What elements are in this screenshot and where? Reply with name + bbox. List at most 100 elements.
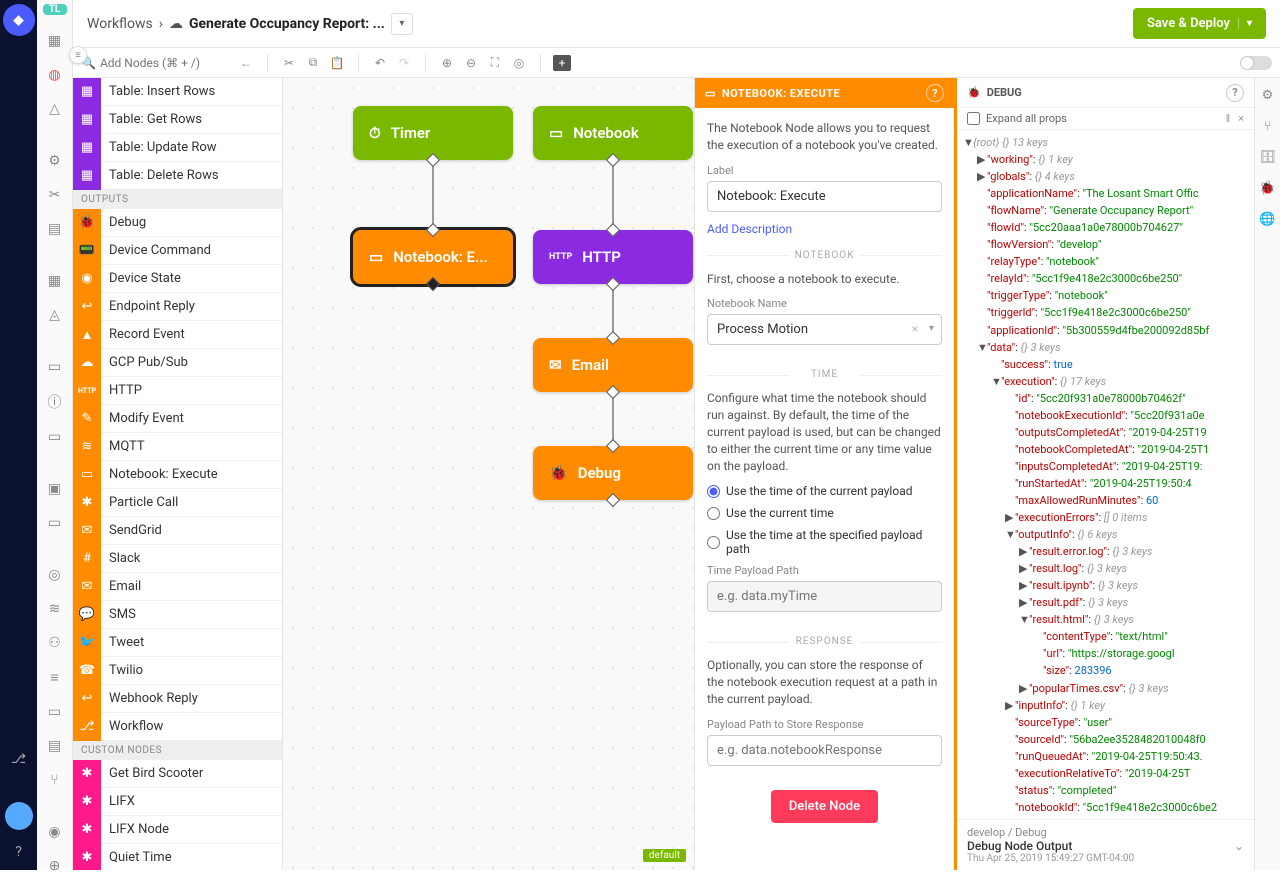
nav-icon[interactable]: ▣ xyxy=(46,481,64,497)
nav-icon[interactable]: ▦ xyxy=(46,33,64,49)
nav-icon[interactable]: ◉ xyxy=(46,824,64,840)
reset-zoom-icon[interactable]: ◎ xyxy=(510,56,528,70)
add-icon[interactable]: + xyxy=(553,55,571,71)
globe-icon[interactable]: 🌐 xyxy=(1259,212,1275,227)
palette-node[interactable]: ✱LIFX xyxy=(73,788,282,816)
chevron-down-icon[interactable]: ▾ xyxy=(929,323,934,334)
save-deploy-button[interactable]: Save & Deploy▾ xyxy=(1133,8,1266,39)
time-option-payload[interactable]: Use the time of the current payload xyxy=(707,484,942,498)
node-timer[interactable]: ⏱Timer xyxy=(353,106,513,160)
help-icon[interactable]: ? xyxy=(15,844,22,860)
nav-icon[interactable]: ⑂ xyxy=(46,772,64,788)
palette-node[interactable]: ☎Twilio xyxy=(73,657,282,685)
nav-icon[interactable]: ≋ xyxy=(46,601,64,617)
nav-icon[interactable]: △ xyxy=(46,101,64,117)
palette-node[interactable]: ↩Endpoint Reply xyxy=(73,293,282,321)
node-http[interactable]: HTTPHTTP xyxy=(533,230,693,284)
palette-node[interactable]: ✱Get Bird Scooter xyxy=(73,760,282,788)
nav-icon[interactable]: ◬ xyxy=(46,307,64,323)
palette-node[interactable]: 🐦Tweet xyxy=(73,629,282,657)
time-option-path[interactable]: Use the time at the specified payload pa… xyxy=(707,528,942,556)
undo-icon[interactable]: ↶ xyxy=(371,56,389,70)
palette-node[interactable]: ▦Table: Insert Rows xyxy=(73,78,282,106)
expand-all-checkbox[interactable] xyxy=(967,112,980,125)
nav-icon[interactable]: ⚇ xyxy=(46,635,64,651)
notebook-name-select[interactable] xyxy=(707,314,942,345)
nav-icon[interactable]: ▦ xyxy=(46,273,64,289)
palette-node[interactable]: ◉Device State xyxy=(73,265,282,293)
palette-node[interactable]: ▦Table: Delete Rows xyxy=(73,162,282,190)
palette-node[interactable]: ✉SendGrid xyxy=(73,517,282,545)
palette-node[interactable]: ✱Quiet Time xyxy=(73,844,282,870)
response-path-input[interactable] xyxy=(707,735,942,766)
palette-node[interactable]: 📟Device Command xyxy=(73,237,282,265)
chevron-down-icon[interactable]: ⌄ xyxy=(1234,839,1244,853)
fit-icon[interactable]: ⛶ xyxy=(486,55,504,70)
clear-icon[interactable]: × xyxy=(912,322,918,336)
nav-icon[interactable]: ▭ xyxy=(46,359,64,375)
collapse-palette-button[interactable]: ≡ xyxy=(69,46,87,64)
palette-node[interactable]: #Slack xyxy=(73,545,282,573)
palette-node[interactable]: ▦Table: Update Row xyxy=(73,134,282,162)
add-nodes-search[interactable] xyxy=(100,56,210,70)
paste-icon[interactable]: 📋 xyxy=(328,56,346,70)
label-input[interactable] xyxy=(707,181,942,212)
back-icon[interactable]: ← xyxy=(237,56,255,70)
palette-node[interactable]: ▭Notebook: Execute xyxy=(73,461,282,489)
help-icon[interactable]: ? xyxy=(1226,84,1244,102)
palette-node[interactable]: ▦Table: Get Rows xyxy=(73,106,282,134)
palette-node[interactable]: ✱LIFX Node xyxy=(73,816,282,844)
zoom-in-icon[interactable]: ⊕ xyxy=(438,56,456,70)
nav-icon[interactable]: ⓘ xyxy=(46,393,64,411)
palette-node[interactable]: ↩Webhook Reply xyxy=(73,685,282,713)
org-badge[interactable]: TL xyxy=(43,4,67,15)
palette-node[interactable]: 💬SMS xyxy=(73,601,282,629)
palette-node[interactable]: ⎇Workflow xyxy=(73,713,282,741)
node-debug[interactable]: 🐞Debug xyxy=(533,446,693,500)
breadcrumb-dropdown[interactable]: ▾ xyxy=(391,13,413,35)
toggle[interactable] xyxy=(1240,56,1272,70)
palette-node[interactable]: ≋MQTT xyxy=(73,433,282,461)
close-icon[interactable]: × xyxy=(1238,112,1244,125)
palette-node[interactable]: ☁GCP Pub/Sub xyxy=(73,349,282,377)
database-icon[interactable]: 🗄 xyxy=(1259,150,1276,165)
delete-node-button[interactable]: Delete Node xyxy=(771,790,878,823)
nav-icon[interactable]: ✂ xyxy=(46,187,64,203)
node-notebook[interactable]: ▭Notebook xyxy=(533,106,693,160)
copy-icon[interactable]: ⧉ xyxy=(304,55,322,70)
bug-icon[interactable]: 🐞 xyxy=(1259,181,1275,196)
node-notebook-execute[interactable]: ▭Notebook: E... xyxy=(353,230,513,284)
gear-icon[interactable]: ⚙ xyxy=(1262,88,1274,103)
palette-node[interactable]: ✉Email xyxy=(73,573,282,601)
pause-icon[interactable]: ‖ xyxy=(1226,112,1231,125)
app-logo[interactable]: ◆ xyxy=(3,4,35,36)
palette-node[interactable]: HTTPHTTP xyxy=(73,377,282,405)
branch-icon[interactable]: ⎇ xyxy=(11,752,26,767)
palette-node[interactable]: ✱Particle Call xyxy=(73,489,282,517)
palette-node[interactable]: ▲Record Event xyxy=(73,321,282,349)
breadcrumb-root[interactable]: Workflows xyxy=(87,16,153,32)
cut-icon[interactable]: ✂ xyxy=(280,56,298,70)
workflow-canvas[interactable]: ⏱Timer ▭Notebook ▭Notebook: E... HTTPHTT… xyxy=(283,78,694,870)
redo-icon[interactable]: ↷ xyxy=(395,56,413,70)
nav-icon[interactable]: ⚙ xyxy=(46,153,64,169)
zoom-out-icon[interactable]: ⊖ xyxy=(462,56,480,70)
nav-icon[interactable]: ▭ xyxy=(46,515,64,531)
help-icon[interactable]: ? xyxy=(926,84,944,102)
avatar[interactable] xyxy=(5,802,33,830)
nav-icon[interactable]: ◎ xyxy=(46,567,64,583)
debug-tree[interactable]: ▼{root} {} 13 keys▶"working": {} 1 key▶"… xyxy=(957,130,1254,819)
nav-icon[interactable]: ▭ xyxy=(46,429,64,445)
nav-icon[interactable]: ▤ xyxy=(46,738,64,754)
add-description-link[interactable]: Add Description xyxy=(707,222,792,236)
nav-icon[interactable]: ◍ xyxy=(46,67,64,83)
node-email[interactable]: ✉Email xyxy=(533,338,693,392)
palette-node[interactable]: ✎Modify Event xyxy=(73,405,282,433)
nav-icon[interactable]: ≡ xyxy=(46,669,64,686)
branch-icon[interactable]: ⑂ xyxy=(1264,119,1272,134)
palette-node[interactable]: 🐞Debug xyxy=(73,209,282,237)
nav-icon[interactable]: ▤ xyxy=(46,221,64,237)
nav-icon[interactable]: ⊕ xyxy=(46,858,64,874)
nav-icon[interactable]: ▭ xyxy=(46,704,64,720)
time-option-current[interactable]: Use the current time xyxy=(707,506,942,520)
